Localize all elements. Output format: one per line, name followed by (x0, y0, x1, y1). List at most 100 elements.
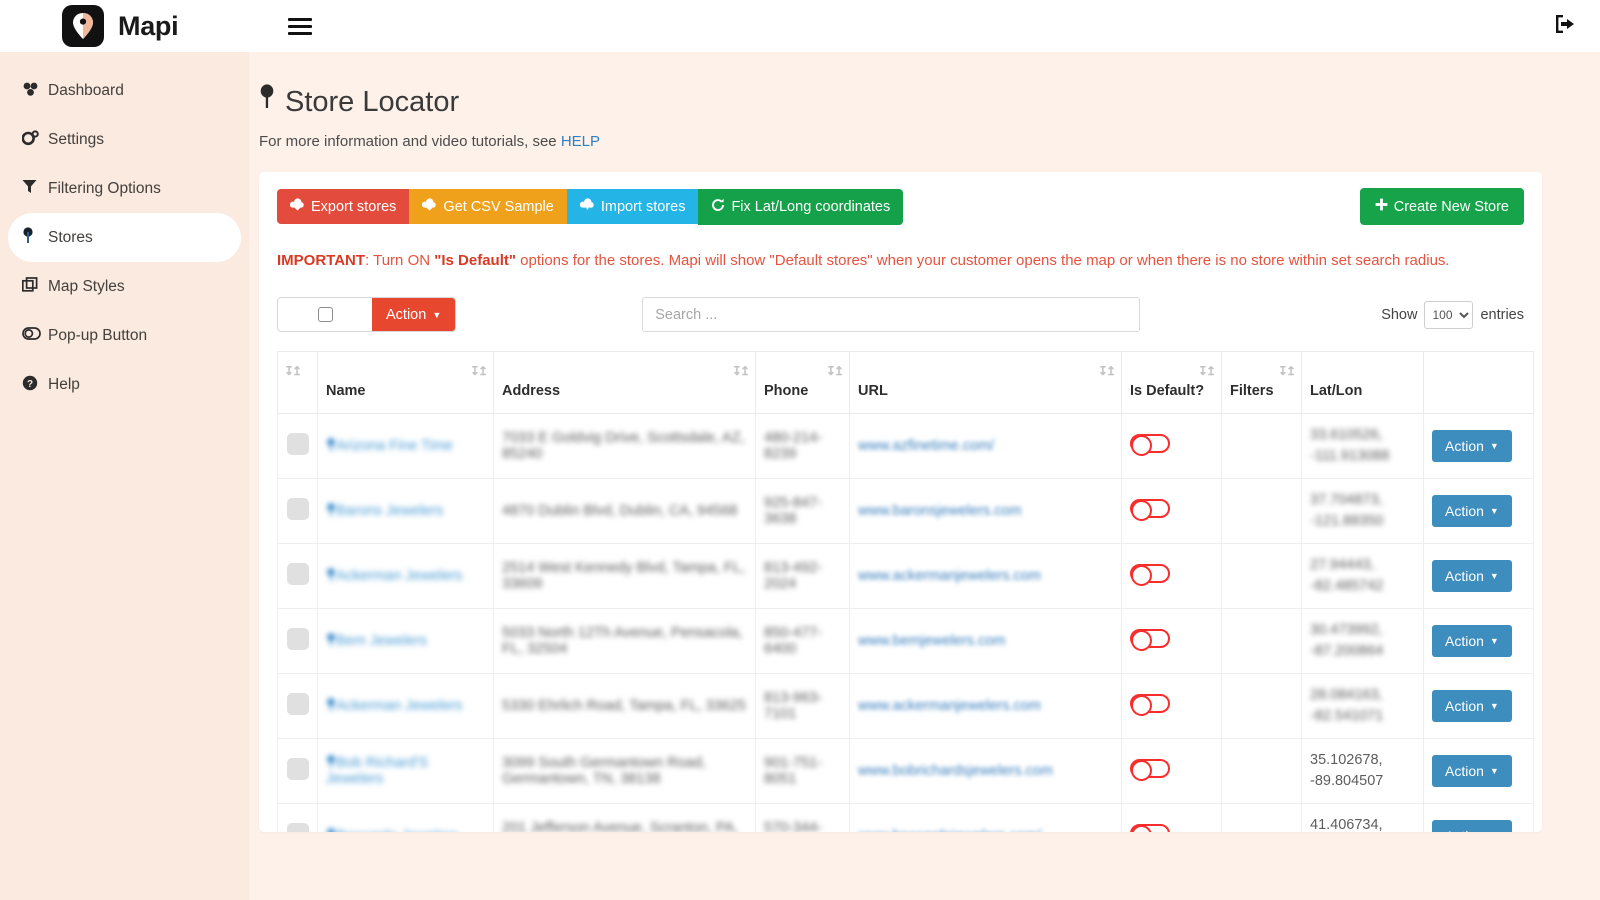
row-checkbox-cell (277, 477, 318, 544)
store-name-link[interactable]: Boccardo Jewelers (336, 828, 459, 832)
store-url-link[interactable]: www.bemjewelers.com (858, 633, 1005, 649)
entries-per-page-select[interactable]: 100 (1424, 300, 1474, 329)
store-name-link[interactable]: Ackerman Jewelers (336, 568, 463, 584)
row-checkbox[interactable] (286, 757, 309, 780)
sort-icon[interactable]: ↧↥ (284, 364, 302, 378)
create-new-store-button[interactable]: Create New Store (1359, 188, 1524, 225)
store-name-link[interactable]: Bem Jewelers (336, 633, 427, 649)
cell-url: www.ackermanjewelers.com (849, 672, 1122, 739)
main-content: Store Locator For more information and v… (249, 52, 1600, 900)
row-checkbox-cell (277, 802, 318, 832)
store-url-link[interactable]: www.ackermanjewelers.com (858, 698, 1041, 714)
th-phone[interactable]: Phone ↧↥ (755, 350, 850, 414)
row-checkbox[interactable] (286, 562, 309, 585)
row-action-button[interactable]: Action ▼ (1432, 624, 1512, 657)
sort-icon[interactable]: ↧↥ (1198, 364, 1216, 378)
row-action-button[interactable]: Action ▼ (1432, 689, 1512, 722)
sort-icon[interactable]: ↧↥ (1098, 364, 1116, 378)
row-checkbox[interactable] (286, 627, 309, 650)
get-csv-sample-button[interactable]: Get CSV Sample (409, 189, 567, 224)
row-action-button[interactable]: Action ▼ (1432, 819, 1512, 832)
chevron-down-icon: ▼ (1489, 635, 1499, 646)
get-csv-sample-label: Get CSV Sample (443, 198, 554, 215)
sidebar-item-settings[interactable]: Settings (8, 115, 241, 164)
chevron-down-icon: ▼ (1490, 831, 1499, 832)
store-url-link[interactable]: www.ackermanjewelers.com (858, 568, 1041, 584)
chevron-down-icon: ▼ (432, 309, 442, 320)
logout-icon[interactable] (1554, 14, 1576, 38)
bulk-action-dropdown[interactable]: Action ▼ (372, 298, 456, 331)
select-all-cell (278, 298, 372, 331)
sidebar-item-help[interactable]: ? Help (8, 360, 241, 409)
row-checkbox[interactable] (286, 497, 309, 520)
store-url-link[interactable]: www.boccardojewelers.com/ (858, 828, 1041, 832)
brand[interactable]: Mapi (62, 5, 179, 47)
sort-icon[interactable]: ↧↥ (470, 364, 488, 378)
is-default-toggle[interactable] (1130, 824, 1170, 832)
is-default-toggle[interactable] (1130, 499, 1170, 522)
cell-address: 5033 North 12Th Avenue, Pensacola, FL, 3… (493, 607, 756, 674)
is-default-toggle[interactable] (1130, 564, 1170, 587)
th-address[interactable]: Address ↧↥ (493, 350, 756, 414)
svg-text:?: ? (27, 379, 33, 390)
cell-is-default (1121, 412, 1222, 479)
is-default-toggle[interactable] (1130, 434, 1170, 457)
import-stores-button[interactable]: Import stores (566, 189, 699, 224)
store-name-link[interactable]: Bob Richard'S Jewelers (326, 755, 428, 787)
sort-icon[interactable]: ↧↥ (826, 364, 844, 378)
is-default-toggle[interactable] (1130, 759, 1170, 782)
notice-bold: "Is Default" (434, 252, 516, 269)
help-link[interactable]: HELP (561, 133, 600, 150)
sidebar-item-map-styles[interactable]: Map Styles (8, 262, 241, 311)
store-name-link[interactable]: Barons Jewelers (336, 503, 443, 519)
question-circle-icon: ? (22, 375, 48, 395)
search-input[interactable] (642, 297, 1141, 332)
th-name[interactable]: Name ↧↥ (317, 350, 494, 414)
store-url-link[interactable]: www.baronsjewelers.com (858, 503, 1022, 519)
notice-prefix: IMPORTANT (277, 252, 366, 269)
row-action-button[interactable]: Action ▼ (1432, 429, 1512, 462)
store-name-link[interactable]: Arizona Fine Time (336, 438, 453, 454)
row-action-button[interactable]: Action ▼ (1432, 754, 1512, 787)
toggle-icon (22, 327, 48, 344)
store-url-link[interactable]: www.bobrichardsjewelers.com (858, 763, 1053, 779)
is-default-toggle[interactable] (1130, 694, 1170, 717)
row-checkbox[interactable] (286, 692, 309, 715)
row-action-button[interactable]: Action ▼ (1432, 559, 1512, 592)
cell-phone: 813-963-7101 (755, 672, 850, 739)
row-checkbox[interactable] (286, 822, 309, 832)
export-stores-button[interactable]: Export stores (277, 189, 410, 224)
th-address-label: Address (502, 382, 561, 399)
sidebar-item-label: Stores (48, 228, 93, 246)
cell-phone: 480-214-8239 (755, 412, 850, 479)
store-url-link[interactable]: www.azfinetime.com/ (858, 438, 994, 454)
cell-latlon: 37.704873, -121.88350 (1301, 477, 1424, 544)
sidebar-item-dashboard[interactable]: Dashboard (8, 66, 241, 115)
sidebar-item-label: Map Styles (48, 277, 125, 295)
sidebar-item-label: Help (48, 375, 80, 393)
th-checkbox[interactable]: ↧↥ (277, 350, 318, 414)
sort-icon[interactable]: ↧↥ (1278, 364, 1296, 378)
sidebar-item-stores[interactable]: Stores (8, 213, 241, 262)
entries-label: entries (1480, 306, 1524, 323)
row-action-button[interactable]: Action ▼ (1432, 494, 1512, 527)
select-all-checkbox[interactable] (317, 307, 333, 322)
cell-action: Action ▼ (1423, 607, 1534, 674)
chevron-down-icon: ▼ (1489, 570, 1499, 581)
th-filters[interactable]: Filters ↧↥ (1221, 350, 1302, 414)
th-url[interactable]: URL ↧↥ (849, 350, 1122, 414)
subtitle-text: For more information and video tutorials… (259, 133, 557, 150)
row-checkbox[interactable] (286, 432, 309, 455)
fix-latlong-button[interactable]: Fix Lat/Long coordinates (698, 188, 904, 225)
is-default-toggle[interactable] (1130, 629, 1170, 652)
store-name-link[interactable]: Ackerman Jewelers (336, 698, 463, 714)
hamburger-menu-icon[interactable] (288, 14, 313, 39)
table-row: Ackerman Jewelers 2514 West Kennedy Blvd,… (277, 542, 1534, 609)
cell-is-default (1121, 542, 1222, 609)
sidebar-item-filtering-options[interactable]: Filtering Options (8, 164, 241, 213)
sidebar-item-popup-button[interactable]: Pop-up Button (8, 311, 241, 360)
th-is-default[interactable]: Is Default? ↧↥ (1121, 350, 1222, 414)
page-title-text: Store Locator (285, 85, 460, 118)
cell-phone: 850-477-6400 (755, 607, 850, 674)
sort-icon[interactable]: ↧↥ (732, 364, 750, 378)
